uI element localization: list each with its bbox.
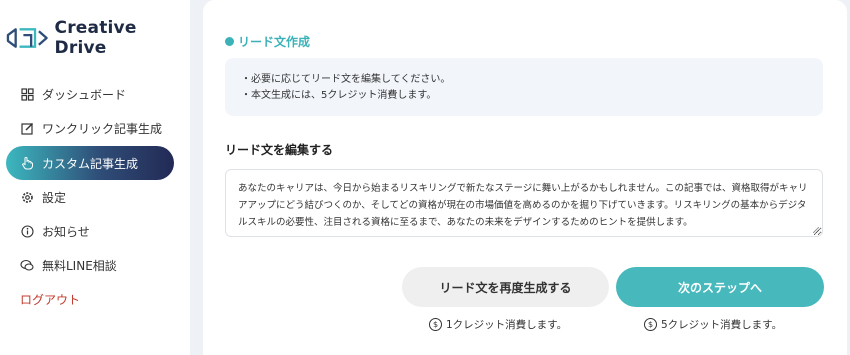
brand-name: Creative Drive (54, 18, 137, 58)
edit-icon (20, 121, 34, 135)
section-title-text: リード文作成 (238, 35, 311, 49)
regenerate-cost-text: 1クレジット消費します。 (446, 319, 568, 331)
regenerate-lead-button[interactable]: リード文を再度生成する (402, 267, 609, 307)
sidebar-item-logout[interactable]: ログアウト (6, 282, 174, 316)
main-card: リード文作成 ・必要に応じてリード文を編集してください。 ・本文生成には、5クレ… (203, 0, 847, 355)
sidebar-item-label: ダッシュボード (42, 87, 127, 102)
brand-logo[interactable]: Creative Drive (6, 18, 190, 58)
chat-icon (20, 258, 34, 272)
resize-grip-icon[interactable] (813, 227, 819, 233)
sidebar-item-label: お知らせ (42, 224, 90, 239)
sidebar: Creative Drive ダッシュボード ワンクリック記事生成 カスタム記事… (0, 0, 190, 355)
next-step-cost-text: 5クレジット消費します。 (661, 319, 783, 331)
dashboard-grid-icon (20, 87, 34, 101)
sidebar-item-line-consult[interactable]: 無料LINE相談 (6, 248, 174, 282)
credit-coin-icon: $ (429, 318, 442, 331)
info-icon (20, 224, 34, 238)
pointer-hand-icon (20, 156, 34, 170)
section-title: リード文作成 (225, 33, 310, 50)
sidebar-item-label: 無料LINE相談 (42, 258, 117, 273)
sidebar-item-one-click-article[interactable]: ワンクリック記事生成 (6, 111, 174, 145)
sidebar-item-notifications[interactable]: お知らせ (6, 214, 174, 248)
sidebar-item-label: カスタム記事生成 (42, 156, 139, 171)
sidebar-item-custom-article[interactable]: カスタム記事生成 (6, 146, 174, 180)
sidebar-item-settings[interactable]: 設定 (6, 180, 174, 214)
next-step-button[interactable]: 次のステップへ (616, 267, 824, 307)
creative-drive-logo-icon (6, 28, 48, 48)
gear-icon (20, 190, 34, 204)
lead-text-editor[interactable]: あなたのキャリアは、今日から始まるリスキリングで新たなステージに舞い上がるかもし… (225, 169, 823, 237)
regenerate-cost: $ 1クレジット消費します。 (429, 317, 567, 332)
edit-lead-label: リード文を編集する (225, 143, 334, 157)
sidebar-item-label: 設定 (42, 190, 67, 205)
sidebar-item-label: ログアウト (20, 292, 81, 307)
credit-coin-icon: $ (644, 318, 657, 331)
next-step-cost: $ 5クレジット消費します。 (644, 317, 782, 332)
note-line: ・本文生成には、5クレジット消費します。 (241, 90, 437, 101)
sidebar-item-dashboard[interactable]: ダッシュボード (6, 77, 174, 111)
sidebar-item-label: ワンクリック記事生成 (42, 121, 163, 136)
bullet-dot-icon (225, 37, 234, 46)
info-notes: ・必要に応じてリード文を編集してください。 ・本文生成には、5クレジット消費しま… (225, 58, 823, 116)
note-line: ・必要に応じてリード文を編集してください。 (241, 74, 451, 85)
lead-text-content: あなたのキャリアは、今日から始まるリスキリングで新たなステージに舞い上がるかもし… (238, 183, 808, 228)
